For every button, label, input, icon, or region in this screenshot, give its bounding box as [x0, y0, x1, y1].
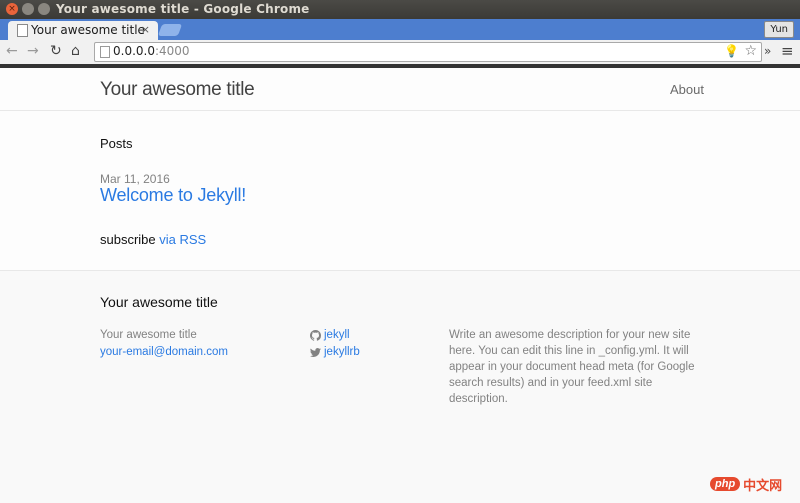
bookmark-star-icon[interactable]: ☆	[744, 43, 757, 59]
tab-close-icon[interactable]: ×	[141, 23, 150, 36]
watermark-logo: php	[710, 477, 741, 491]
page-icon	[17, 24, 28, 37]
lightbulb-icon[interactable]: 💡	[724, 44, 739, 58]
github-row: jekyll	[310, 327, 360, 344]
twitter-link[interactable]: jekyllrb	[324, 344, 360, 361]
page-content: Your awesome title About Posts Mar 11, 2…	[0, 68, 800, 503]
tab-strip: Your awesome title × Yun	[0, 19, 800, 40]
back-arrow-icon[interactable]: ←	[6, 43, 18, 59]
nav-link-about[interactable]: About	[670, 82, 704, 97]
rss-link[interactable]: via RSS	[159, 232, 206, 247]
window-maximize-button[interactable]	[38, 3, 50, 15]
posts-heading: Posts	[100, 136, 133, 151]
watermark: php 中文网	[710, 474, 782, 494]
window-titlebar: × Your awesome title - Google Chrome	[0, 0, 800, 19]
footer-heading: Your awesome title	[100, 294, 218, 310]
window-minimize-button[interactable]	[22, 3, 34, 15]
watermark-text: 中文网	[743, 478, 783, 494]
url-text: 0.0.0.0:4000	[113, 44, 190, 58]
site-title[interactable]: Your awesome title	[100, 79, 255, 101]
browser-toolbar: ← → ↻ ⌂ 0.0.0.0:4000 💡 ☆ » ≡	[0, 40, 800, 64]
window-title: Your awesome title - Google Chrome	[56, 2, 310, 16]
twitter-icon	[310, 348, 321, 357]
window-close-button[interactable]: ×	[6, 3, 18, 15]
tab-title: Your awesome title	[31, 23, 145, 37]
github-link[interactable]: jekyll	[324, 327, 350, 344]
site-description: Write an awesome description for your ne…	[449, 329, 695, 405]
subscribe-line: subscribe via RSS	[100, 232, 206, 247]
new-tab-button[interactable]	[157, 24, 183, 36]
site-footer: Your awesome title Your awesome title yo…	[0, 270, 800, 503]
site-header: Your awesome title About	[0, 68, 800, 111]
footer-social: jekyll jekyllrb	[310, 327, 360, 361]
browser-tab[interactable]: Your awesome title ×	[8, 21, 158, 40]
extensions-chevron-icon[interactable]: »	[764, 43, 771, 59]
menu-icon[interactable]: ≡	[781, 43, 794, 59]
subscribe-label: subscribe	[100, 232, 156, 247]
footer-email-link[interactable]: your-email@domain.com	[100, 344, 228, 361]
home-icon[interactable]: ⌂	[71, 43, 80, 59]
address-bar[interactable]: 0.0.0.0:4000 💡 ☆	[94, 42, 762, 62]
post-date: Mar 11, 2016	[100, 172, 170, 186]
footer-contact: Your awesome title your-email@domain.com	[100, 327, 228, 361]
forward-arrow-icon[interactable]: →	[27, 43, 39, 59]
footer-name: Your awesome title	[100, 329, 197, 341]
reload-icon[interactable]: ↻	[50, 43, 62, 59]
twitter-row: jekyllrb	[310, 344, 360, 361]
github-icon	[310, 330, 321, 341]
profile-button[interactable]: Yun	[764, 21, 794, 38]
page-icon	[100, 46, 110, 58]
post-title-link[interactable]: Welcome to Jekyll!	[100, 185, 246, 206]
